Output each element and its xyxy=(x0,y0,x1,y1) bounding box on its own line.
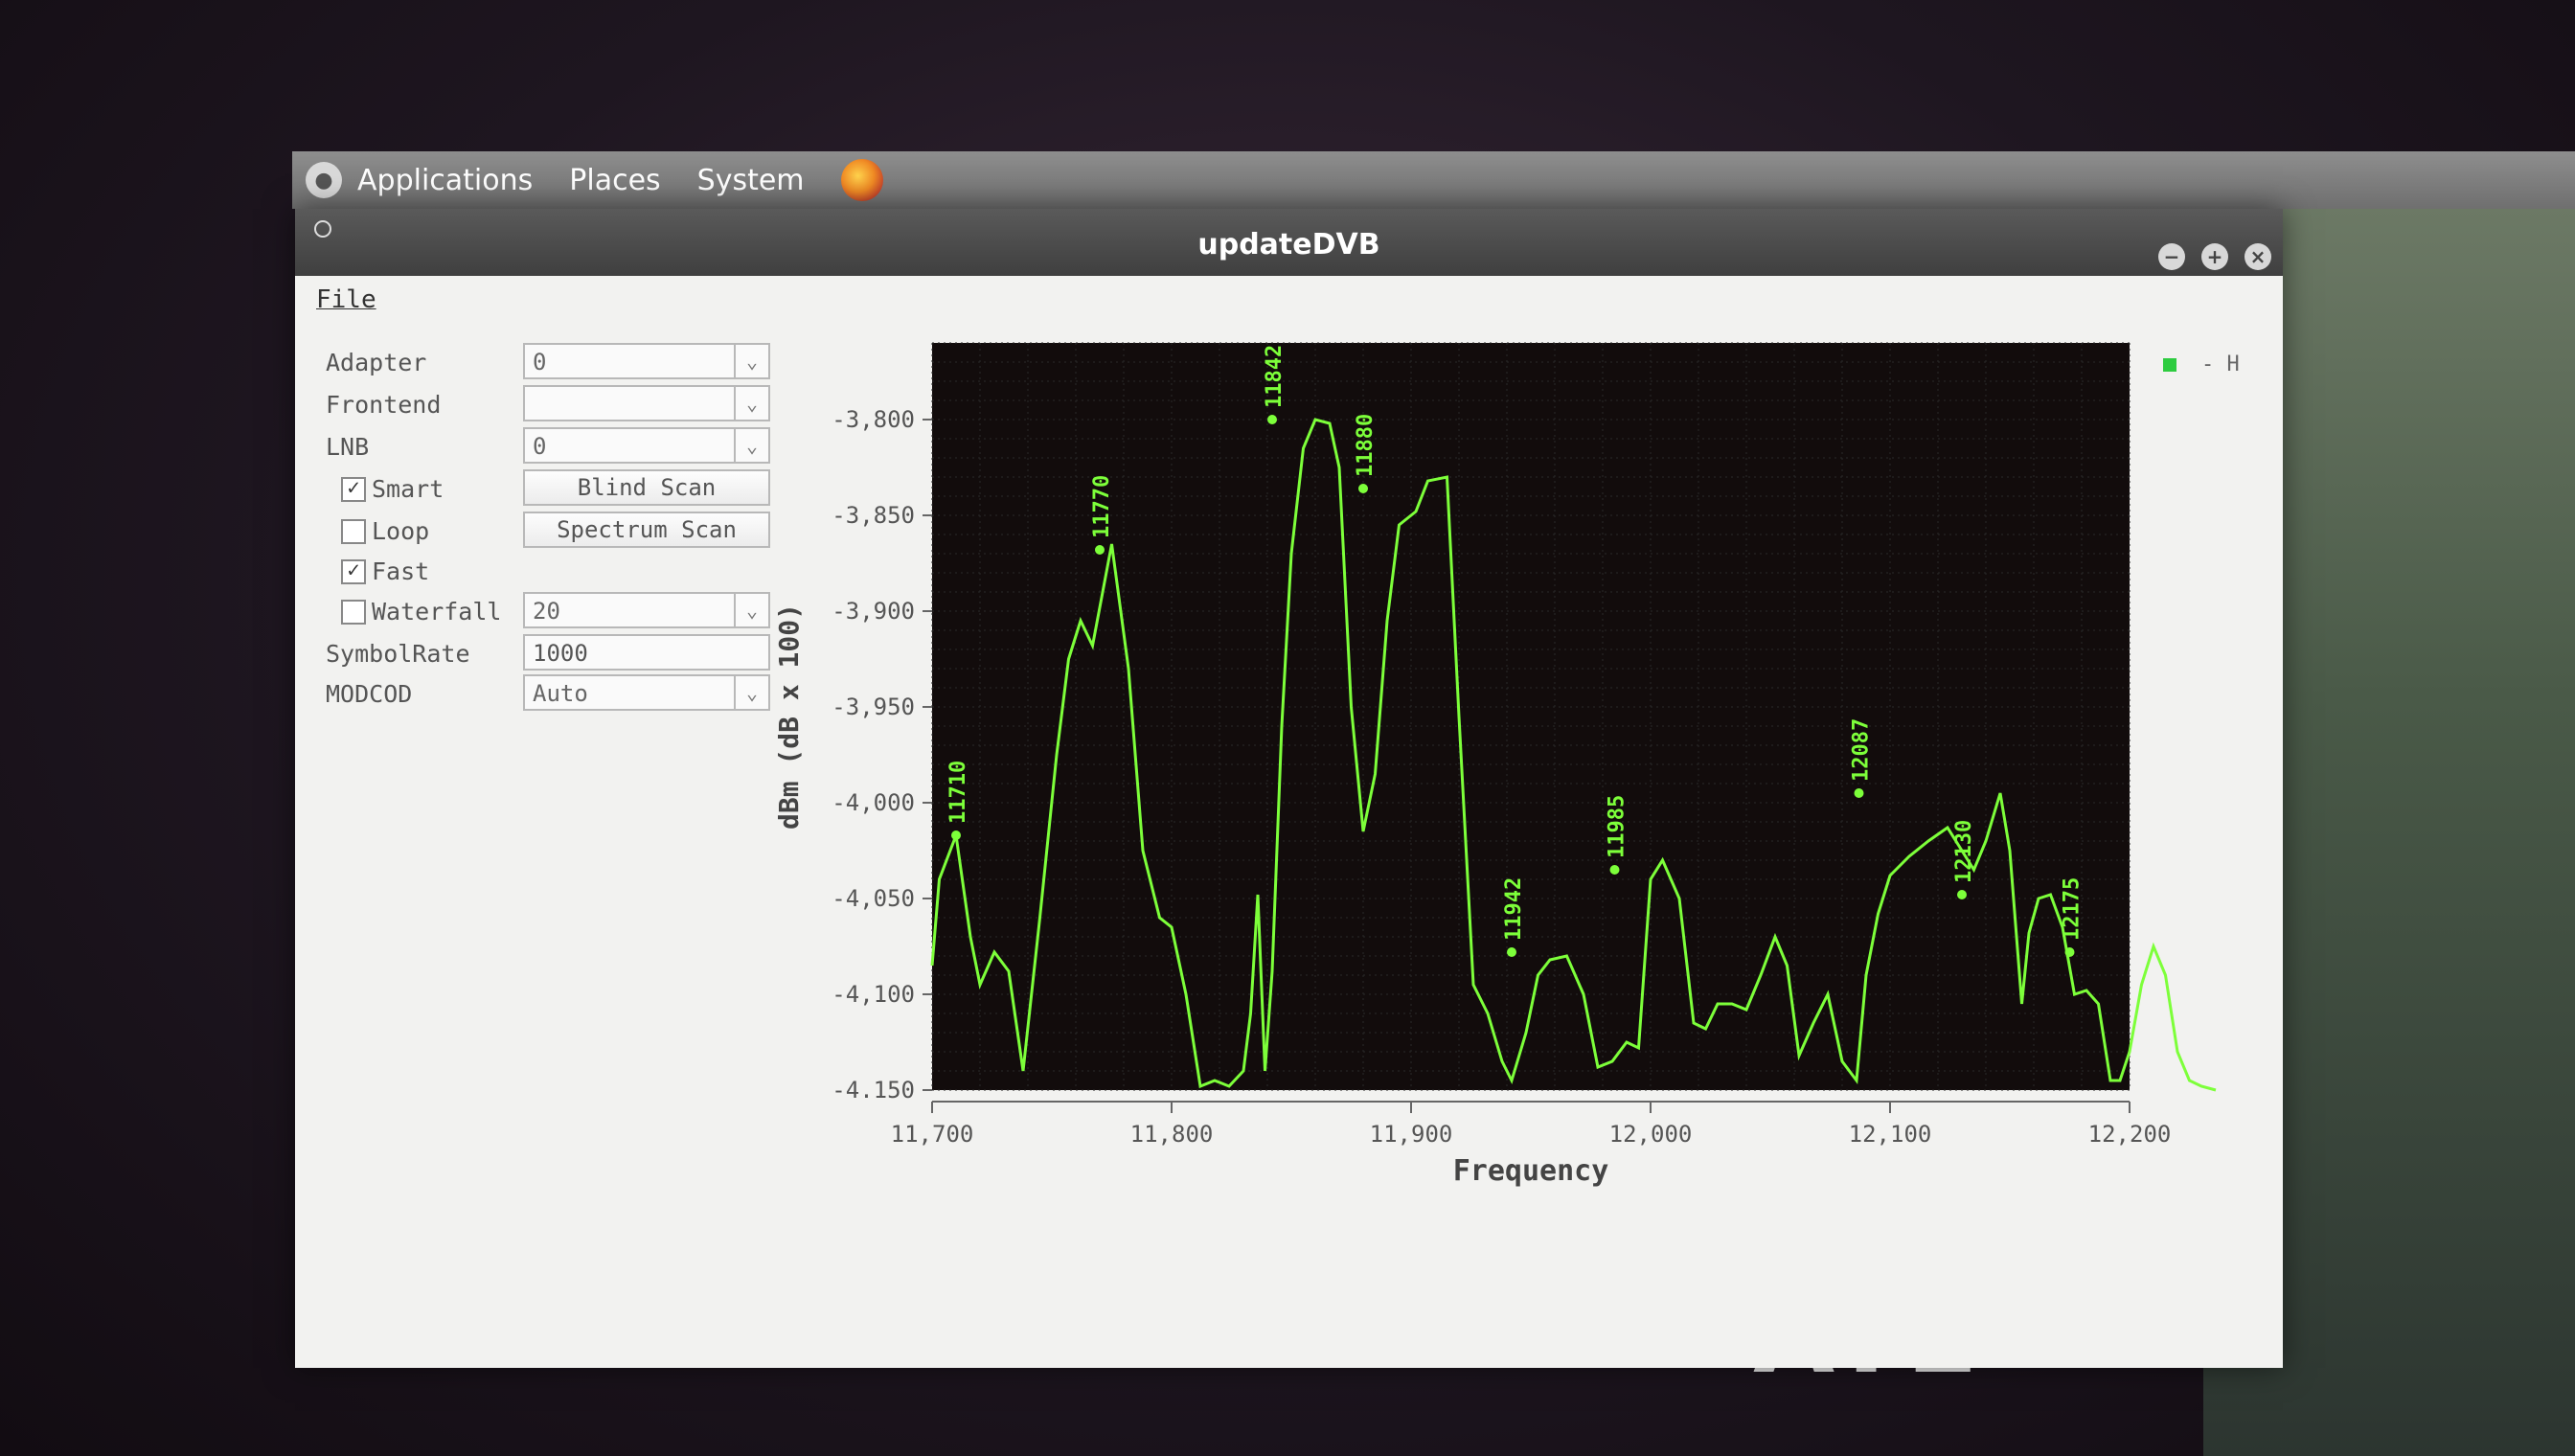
adapter-value: 0 xyxy=(533,349,547,375)
chevron-down-icon[interactable]: ⌄ xyxy=(734,345,768,377)
peak-label: 11880 xyxy=(1354,414,1378,477)
peak-label: 12175 xyxy=(2061,877,2085,941)
panel-menu-applications[interactable]: Applications xyxy=(357,164,533,197)
x-tick-label: 12,200 xyxy=(2088,1121,2172,1148)
y-tick-label: -4.150 xyxy=(832,1077,915,1103)
loop-checkbox[interactable] xyxy=(341,519,366,544)
plot-area xyxy=(932,343,2130,1090)
x-tick-label: 11,800 xyxy=(1130,1121,1214,1148)
waterfall-checkbox[interactable] xyxy=(341,600,366,625)
panel-menu-places[interactable]: Places xyxy=(569,164,660,197)
grid-lines xyxy=(931,342,2131,1091)
waterfall-label: Waterfall xyxy=(372,598,502,626)
x-tick-label: 11,700 xyxy=(891,1121,974,1148)
firefox-icon[interactable] xyxy=(840,159,883,201)
peak-label: 11842 xyxy=(1263,345,1287,408)
top-panel: ● Applications Places System xyxy=(292,151,2575,209)
frontend-label: Frontend xyxy=(326,391,442,419)
peak-label: 12130 xyxy=(1952,820,1976,883)
maximize-icon[interactable]: + xyxy=(2201,243,2228,270)
fast-checkbox[interactable]: ✓ xyxy=(341,559,366,584)
mate-menu-icon[interactable]: ● xyxy=(306,162,342,198)
legend-label-h: - H xyxy=(2201,353,2240,376)
peak-marker xyxy=(1358,484,1368,493)
peak-marker xyxy=(2064,947,2075,957)
legend-swatch-h xyxy=(2163,358,2176,372)
x-tick-label: 12,100 xyxy=(1849,1121,1932,1148)
smart-label: Smart xyxy=(372,475,444,503)
series-line-h xyxy=(930,418,2217,1092)
fast-label: Fast xyxy=(372,557,430,585)
symbolrate-label: SymbolRate xyxy=(326,640,470,668)
minimize-icon[interactable]: − xyxy=(2158,243,2185,270)
peak-marker xyxy=(1854,788,1864,798)
lnb-label: LNB xyxy=(326,433,370,461)
panel-menu-system[interactable]: System xyxy=(697,164,805,197)
app-window: updateDVB − + × File Adapter 0 ⌄ Fronten… xyxy=(295,209,2283,1368)
lnb-select[interactable]: 0 ⌄ xyxy=(523,427,770,464)
peak-marker xyxy=(1095,545,1105,555)
peak-label: 11985 xyxy=(1606,795,1629,858)
peak-label: 12087 xyxy=(1850,718,1874,782)
chevron-down-icon[interactable]: ⌄ xyxy=(734,387,768,420)
loop-label: Loop xyxy=(372,517,430,545)
x-axis-label: Frequency xyxy=(1453,1154,1609,1188)
waterfall-value: 20 xyxy=(533,598,560,625)
close-icon[interactable]: × xyxy=(2245,243,2271,270)
chevron-down-icon[interactable]: ⌄ xyxy=(734,594,768,626)
spectrum-scan-button[interactable]: Spectrum Scan xyxy=(523,512,770,548)
waterfall-select[interactable]: 20 ⌄ xyxy=(523,592,770,628)
menu-file[interactable]: File xyxy=(316,285,376,314)
window-title: updateDVB xyxy=(1197,228,1380,262)
chevron-down-icon[interactable]: ⌄ xyxy=(734,429,768,462)
x-tick-label: 11,900 xyxy=(1370,1121,1453,1148)
adapter-select[interactable]: 0 ⌄ xyxy=(523,343,770,379)
frontend-select[interactable]: ⌄ xyxy=(523,385,770,421)
x-tick-label: 12,000 xyxy=(1609,1121,1693,1148)
menu-bar: File xyxy=(295,276,2283,324)
peak-marker xyxy=(1957,890,1967,899)
control-panel: Adapter 0 ⌄ Frontend ⌄ LNB 0 ⌄ ✓ Smart B… xyxy=(314,324,1061,899)
peak-marker xyxy=(1267,415,1277,424)
y-tick-label: -4,100 xyxy=(832,981,915,1008)
title-bar[interactable]: updateDVB − + × xyxy=(295,209,2283,276)
chevron-down-icon[interactable]: ⌄ xyxy=(734,676,768,709)
symbolrate-value: 1000 xyxy=(533,640,588,667)
blind-scan-button[interactable]: Blind Scan xyxy=(523,469,770,506)
modcod-label: MODCOD xyxy=(326,680,413,708)
modcod-value: Auto xyxy=(533,680,588,707)
lnb-value: 0 xyxy=(533,433,547,460)
peak-label: 11770 xyxy=(1090,475,1114,538)
symbolrate-input[interactable]: 1000 xyxy=(523,634,770,671)
peak-marker xyxy=(1507,947,1516,957)
modcod-select[interactable]: Auto ⌄ xyxy=(523,674,770,711)
smart-checkbox[interactable]: ✓ xyxy=(341,477,366,502)
adapter-label: Adapter xyxy=(326,349,427,376)
peak-annotations: 1171011770118421188011942119851208712130… xyxy=(946,345,2085,957)
peak-label: 11942 xyxy=(1502,877,1526,941)
peak-marker xyxy=(1609,865,1620,875)
x-axis-ticks: 11,700 11,800 11,900 12,000 12,100 12,200 xyxy=(891,1101,2172,1148)
